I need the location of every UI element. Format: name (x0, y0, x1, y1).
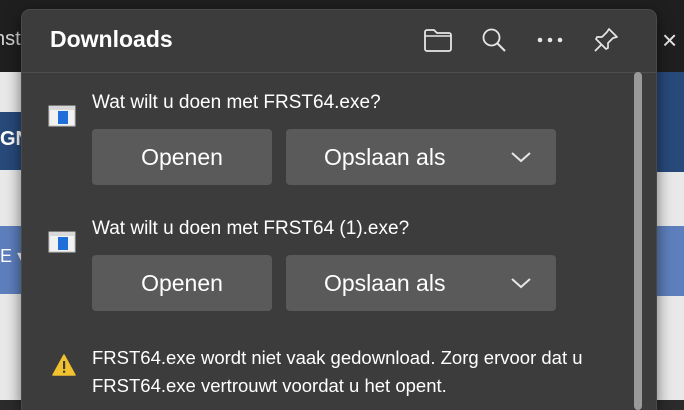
save-as-label: Opslaan als (324, 269, 446, 296)
chevron-down-icon[interactable] (510, 147, 532, 167)
download-question: Wat wilt u doen met FRST64 (1).exe? (92, 218, 410, 239)
open-file-button[interactable]: Openen (92, 255, 272, 311)
search-icon (482, 28, 506, 52)
download-question: Wat wilt u doen met FRST64.exe? (92, 92, 381, 113)
open-downloads-folder-button[interactable] (420, 22, 456, 58)
folder-icon (424, 29, 452, 52)
pin-downloads-button[interactable] (588, 22, 624, 58)
downloads-flyout: Downloads Wat wilt u doen met FRST64.exe… (22, 10, 656, 410)
save-as-label: Opslaan als (324, 143, 446, 170)
executable-file-icon (48, 104, 76, 128)
downloads-title: Downloads (50, 26, 173, 52)
save-as-button[interactable]: Opslaan als (286, 255, 556, 311)
more-icon (537, 37, 563, 43)
search-downloads-button[interactable] (476, 22, 512, 58)
warning-icon (52, 354, 76, 376)
executable-file-icon (48, 230, 76, 254)
chevron-down-icon[interactable] (510, 273, 532, 293)
page-menu-right (656, 226, 684, 296)
close-tab-icon[interactable]: × (662, 20, 684, 60)
page-banner-right (656, 72, 684, 172)
more-options-button[interactable] (532, 22, 568, 58)
scrollbar-thumb[interactable] (634, 72, 642, 410)
background-tab-title[interactable]: nst (0, 28, 21, 51)
pin-icon (594, 28, 618, 52)
open-file-button[interactable]: Openen (92, 129, 272, 185)
warning-text: FRST64.exe wordt niet vaak gedownload. Z… (92, 347, 583, 396)
scrollbar[interactable] (632, 72, 646, 410)
save-as-button[interactable]: Opslaan als (286, 129, 556, 185)
downloads-header: Downloads (22, 10, 656, 73)
